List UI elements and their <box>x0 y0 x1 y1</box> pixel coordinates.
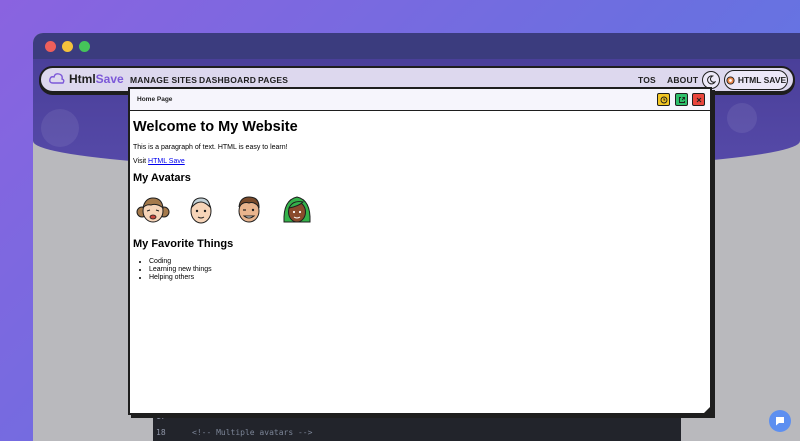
visit-prefix: Visit <box>133 158 149 165</box>
nav-tos[interactable]: TOS <box>638 75 656 85</box>
list-item: Learning new things <box>149 266 703 274</box>
list-item: Helping others <box>149 274 703 282</box>
nav-pages[interactable]: PAGES <box>258 75 288 85</box>
logo-text-html: Html <box>69 72 96 86</box>
minimize-window-dot[interactable] <box>62 41 73 52</box>
modal-title: Home Page <box>137 96 173 103</box>
avatar-bald-man <box>190 197 212 224</box>
logo-text-save: Save <box>95 72 124 86</box>
modal-open-external-button[interactable] <box>675 93 688 106</box>
html-save-link[interactable]: HTML Save <box>148 158 185 165</box>
save-badge-icon <box>726 75 735 85</box>
close-icon <box>696 97 701 102</box>
avatar-row <box>135 192 703 228</box>
decor-circle <box>727 103 757 133</box>
clock-icon <box>660 96 667 103</box>
avatar-winking-man <box>238 196 260 223</box>
resize-handle-icon[interactable] <box>704 407 710 413</box>
line-number: 18 <box>156 428 166 437</box>
window-titlebar <box>33 33 800 59</box>
nav-manage-sites[interactable]: MANAGE SITES <box>130 75 197 85</box>
code-text: <!-- Multiple avatars --> <box>192 428 313 437</box>
modal-info-button[interactable] <box>657 93 670 106</box>
preview-modal: Home Page Welcome to My Website This is … <box>128 87 712 415</box>
logo[interactable]: HtmlSave <box>49 72 124 86</box>
nav-dashboard[interactable]: DASHBOARD <box>199 75 256 85</box>
cloud-icon <box>49 73 65 84</box>
modal-header: Home Page <box>130 89 710 111</box>
visit-line: Visit HTML Save <box>133 158 703 165</box>
maximize-window-dot[interactable] <box>79 41 90 52</box>
html-save-label: HTML SAVE <box>737 75 787 85</box>
page-preview: Welcome to My Website This is a paragrap… <box>133 119 703 282</box>
avatar-green-hair-woman <box>283 196 311 223</box>
modal-close-button[interactable] <box>692 93 705 106</box>
list-item: Coding <box>149 258 703 266</box>
html-save-button[interactable]: HTML SAVE <box>724 70 788 90</box>
nav-about[interactable]: ABOUT <box>667 75 698 85</box>
logo-text: HtmlSave <box>69 72 124 86</box>
close-window-dot[interactable] <box>45 41 56 52</box>
external-link-icon <box>678 96 685 103</box>
chat-bubble-icon <box>776 417 784 426</box>
favorites-heading: My Favorite Things <box>133 238 234 250</box>
moon-icon <box>707 75 716 85</box>
page-heading: Welcome to My Website <box>133 119 298 135</box>
intro-paragraph: This is a paragraph of text. HTML is eas… <box>133 144 288 151</box>
avatars-heading: My Avatars <box>133 172 191 184</box>
code-line: 18 <!-- Multiple avatars --> <box>156 428 312 440</box>
favorites-list: Coding Learning new things Helping other… <box>133 258 703 282</box>
avatar-girl-pigtails <box>136 197 170 223</box>
decor-circle <box>41 109 79 147</box>
chat-widget-button[interactable] <box>769 410 791 432</box>
